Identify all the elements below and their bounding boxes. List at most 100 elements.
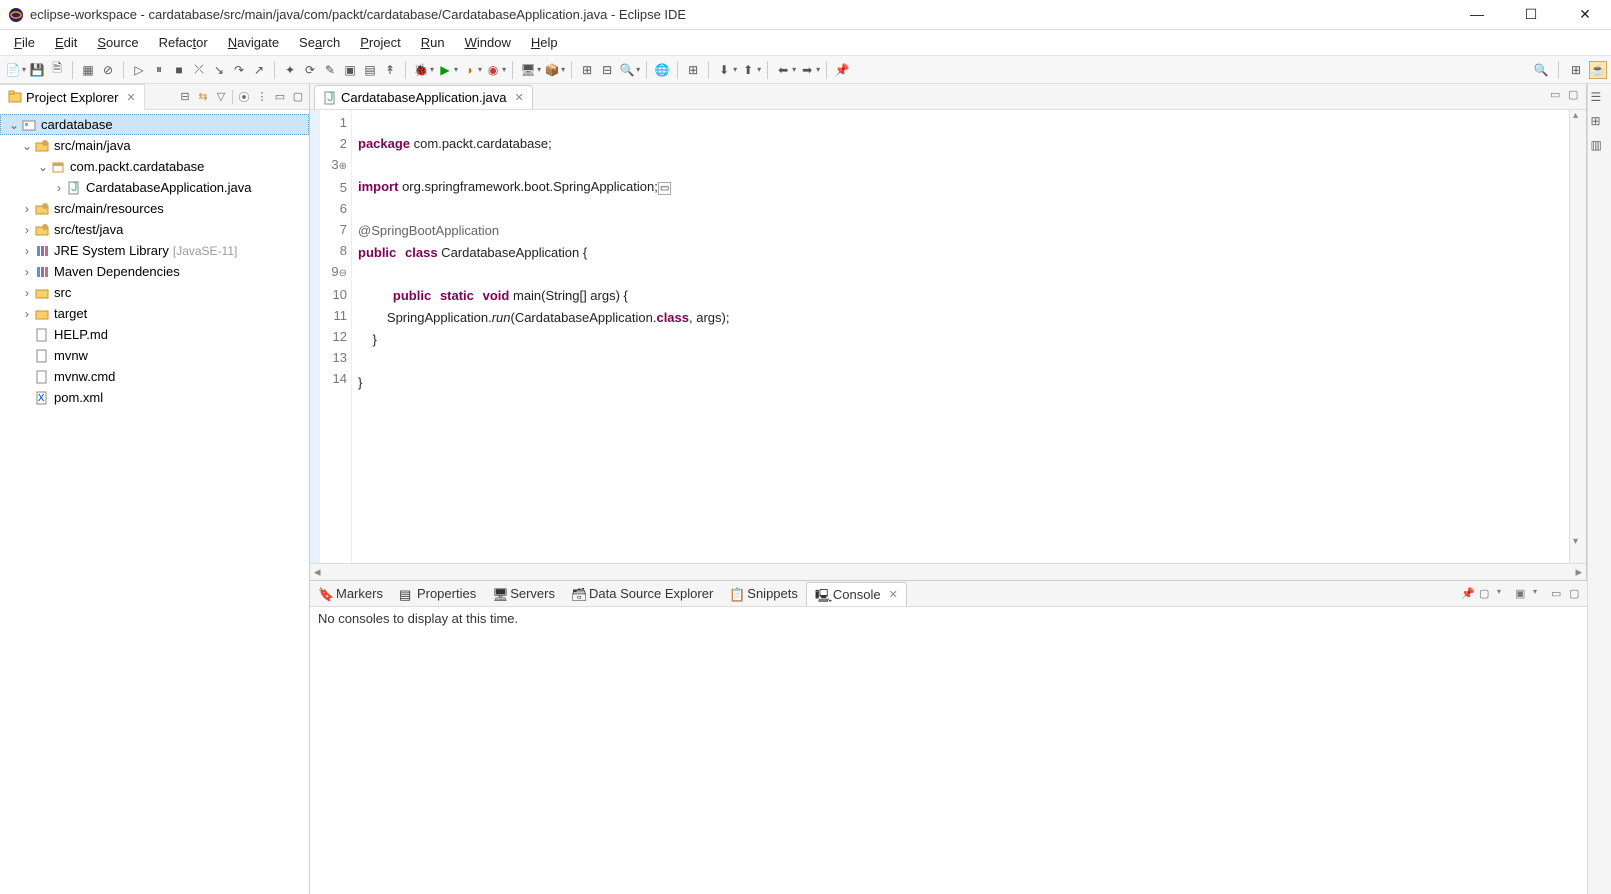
minimize-bottom-icon[interactable]: ▭ (1551, 587, 1565, 601)
forward-icon[interactable]: ➡ (798, 61, 816, 79)
new-package-icon[interactable]: 📦 (543, 61, 561, 79)
wand-icon[interactable]: ✦ (281, 61, 299, 79)
box-icon[interactable]: ▣ (341, 61, 359, 79)
maximize-bottom-icon[interactable]: ▢ (1569, 587, 1583, 601)
prev-annotation-icon[interactable]: ⬆ (739, 61, 757, 79)
task-list-icon[interactable]: ⊞ (1591, 114, 1609, 132)
back-icon[interactable]: ⬅ (774, 61, 792, 79)
web-icon[interactable]: 🌐 (653, 61, 671, 79)
tree-root-cardatabase[interactable]: ⌄ cardatabase (0, 114, 309, 135)
find-icon[interactable]: 🔍 (1532, 61, 1550, 79)
tree-help-md[interactable]: HELP.md (0, 324, 309, 345)
svg-text:J: J (71, 181, 78, 194)
filter-icon[interactable]: ▽ (214, 90, 228, 104)
save-icon[interactable]: 💾 (28, 61, 46, 79)
box2-icon[interactable]: ▤ (361, 61, 379, 79)
open-console-icon[interactable]: ▣ (1515, 587, 1529, 601)
project-explorer-tab[interactable]: Project Explorer ✕ (0, 84, 145, 110)
tree-src[interactable]: › src (0, 282, 309, 303)
open-task2-icon[interactable]: ⊟ (598, 61, 616, 79)
step-return-icon[interactable]: ↗ (250, 61, 268, 79)
tree-mvnw-cmd[interactable]: mvnw.cmd (0, 366, 309, 387)
open-type-icon[interactable]: ⊞ (578, 61, 596, 79)
terminate-icon[interactable]: ■ (170, 61, 188, 79)
close-view-icon[interactable]: ✕ (126, 91, 135, 104)
properties-icon: ▤ (399, 587, 413, 601)
collapse-all-icon[interactable]: ⊟ (178, 90, 192, 104)
new-server-icon[interactable]: 🖥 (519, 61, 537, 79)
outline-icon[interactable]: ☰ (1591, 90, 1609, 108)
close-button[interactable]: ✕ (1567, 6, 1603, 23)
close-tab-icon[interactable]: ✕ (515, 91, 524, 104)
tab-snippets[interactable]: 📋Snippets (721, 582, 806, 606)
maximize-button[interactable]: ☐ (1513, 6, 1549, 23)
new-icon[interactable]: 📄 (4, 61, 22, 79)
debug-icon[interactable]: 🐞 (412, 61, 430, 79)
tree-src-main-java[interactable]: ⌄ src/main/java (0, 135, 309, 156)
step-over-icon[interactable]: ↷ (230, 61, 248, 79)
run-last-icon[interactable]: ◉ (484, 61, 502, 79)
tab-data-source-explorer[interactable]: 🗃Data Source Explorer (563, 582, 721, 606)
code-editor[interactable]: package com.packt.cardatabase; import or… (352, 110, 1569, 563)
skip-breakpoints-icon[interactable]: ⊘ (99, 61, 117, 79)
minimize-view-icon[interactable]: ▭ (273, 90, 287, 104)
vertical-scrollbar[interactable] (1569, 110, 1586, 563)
snippets-icon: 📋 (729, 587, 743, 601)
link-editor-icon[interactable]: ⇆ (196, 90, 210, 104)
menu-source[interactable]: Source (87, 32, 148, 53)
pencil-icon[interactable]: ✎ (321, 61, 339, 79)
menu-navigate[interactable]: Navigate (218, 32, 289, 53)
menu-run[interactable]: Run (411, 32, 455, 53)
minimize-editor-icon[interactable]: ▭ (1550, 88, 1564, 102)
menu-help[interactable]: Help (521, 32, 568, 53)
maximize-editor-icon[interactable]: ▢ (1568, 88, 1582, 102)
menu-refactor[interactable]: Refactor (149, 32, 218, 53)
arrow-up-icon[interactable]: ↟ (381, 61, 399, 79)
coverage-icon[interactable]: ◑ (460, 61, 478, 79)
disconnect-icon[interactable]: ⤫ (190, 61, 208, 79)
pin-icon[interactable]: 📌 (833, 61, 851, 79)
tree-app-file[interactable]: › J CardatabaseApplication.java (0, 177, 309, 198)
tree-mvnw[interactable]: mvnw (0, 345, 309, 366)
open-task-icon[interactable]: ▦ (79, 61, 97, 79)
tab-markers[interactable]: 🔖Markers (310, 582, 391, 606)
resume-icon[interactable]: ▷ (130, 61, 148, 79)
step-into-icon[interactable]: ↘ (210, 61, 228, 79)
menu-edit[interactable]: Edit (45, 32, 87, 53)
project-tree[interactable]: ⌄ cardatabase ⌄ src/main/java ⌄ com.pack… (0, 110, 309, 894)
tree-jre[interactable]: › JRE System Library [JavaSE-11] (0, 240, 309, 261)
tab-servers[interactable]: 🖥Servers (484, 582, 563, 606)
menu-file[interactable]: File (4, 32, 45, 53)
run-icon[interactable]: ▶ (436, 61, 454, 79)
menu-search[interactable]: Search (289, 32, 350, 53)
menu-project[interactable]: Project (350, 32, 410, 53)
focus-icon[interactable]: ⦿ (237, 90, 251, 104)
horizontal-scrollbar[interactable]: ◂▸ (310, 563, 1586, 580)
wand2-icon[interactable]: ⟳ (301, 61, 319, 79)
java-perspective-icon[interactable]: ☕ (1589, 61, 1607, 79)
save-all-icon[interactable]: 🗎 (48, 61, 66, 79)
view-menu-icon[interactable]: ⋮ (255, 90, 269, 104)
minimize-button[interactable]: — (1459, 6, 1495, 23)
minimap-icon[interactable]: ▥ (1591, 138, 1609, 156)
pin-console-icon[interactable]: 📌 (1461, 587, 1475, 601)
editor-tab-cardatabase-application[interactable]: J CardatabaseApplication.java ✕ (314, 85, 533, 109)
tree-target[interactable]: › target (0, 303, 309, 324)
tree-package[interactable]: ⌄ com.packt.cardatabase (0, 156, 309, 177)
close-console-icon[interactable]: ✕ (889, 588, 898, 601)
menu-window[interactable]: Window (455, 32, 521, 53)
toggle-icon[interactable]: ⊞ (684, 61, 702, 79)
tree-src-test-java[interactable]: › src/test/java (0, 219, 309, 240)
folder-icon (34, 285, 50, 301)
next-annotation-icon[interactable]: ⬇ (715, 61, 733, 79)
tree-pom-xml[interactable]: x pom.xml (0, 387, 309, 408)
tree-src-main-resources[interactable]: › src/main/resources (0, 198, 309, 219)
maximize-view-icon[interactable]: ▢ (291, 90, 305, 104)
search-icon[interactable]: 🔍 (618, 61, 636, 79)
tab-console[interactable]: 🖳Console ✕ (806, 582, 907, 606)
display-console-icon[interactable]: ▢ (1479, 587, 1493, 601)
tab-properties[interactable]: ▤Properties (391, 582, 484, 606)
open-perspective-icon[interactable]: ⊞ (1567, 61, 1585, 79)
suspend-icon[interactable]: ⏸ (150, 61, 168, 79)
tree-maven-deps[interactable]: › Maven Dependencies (0, 261, 309, 282)
